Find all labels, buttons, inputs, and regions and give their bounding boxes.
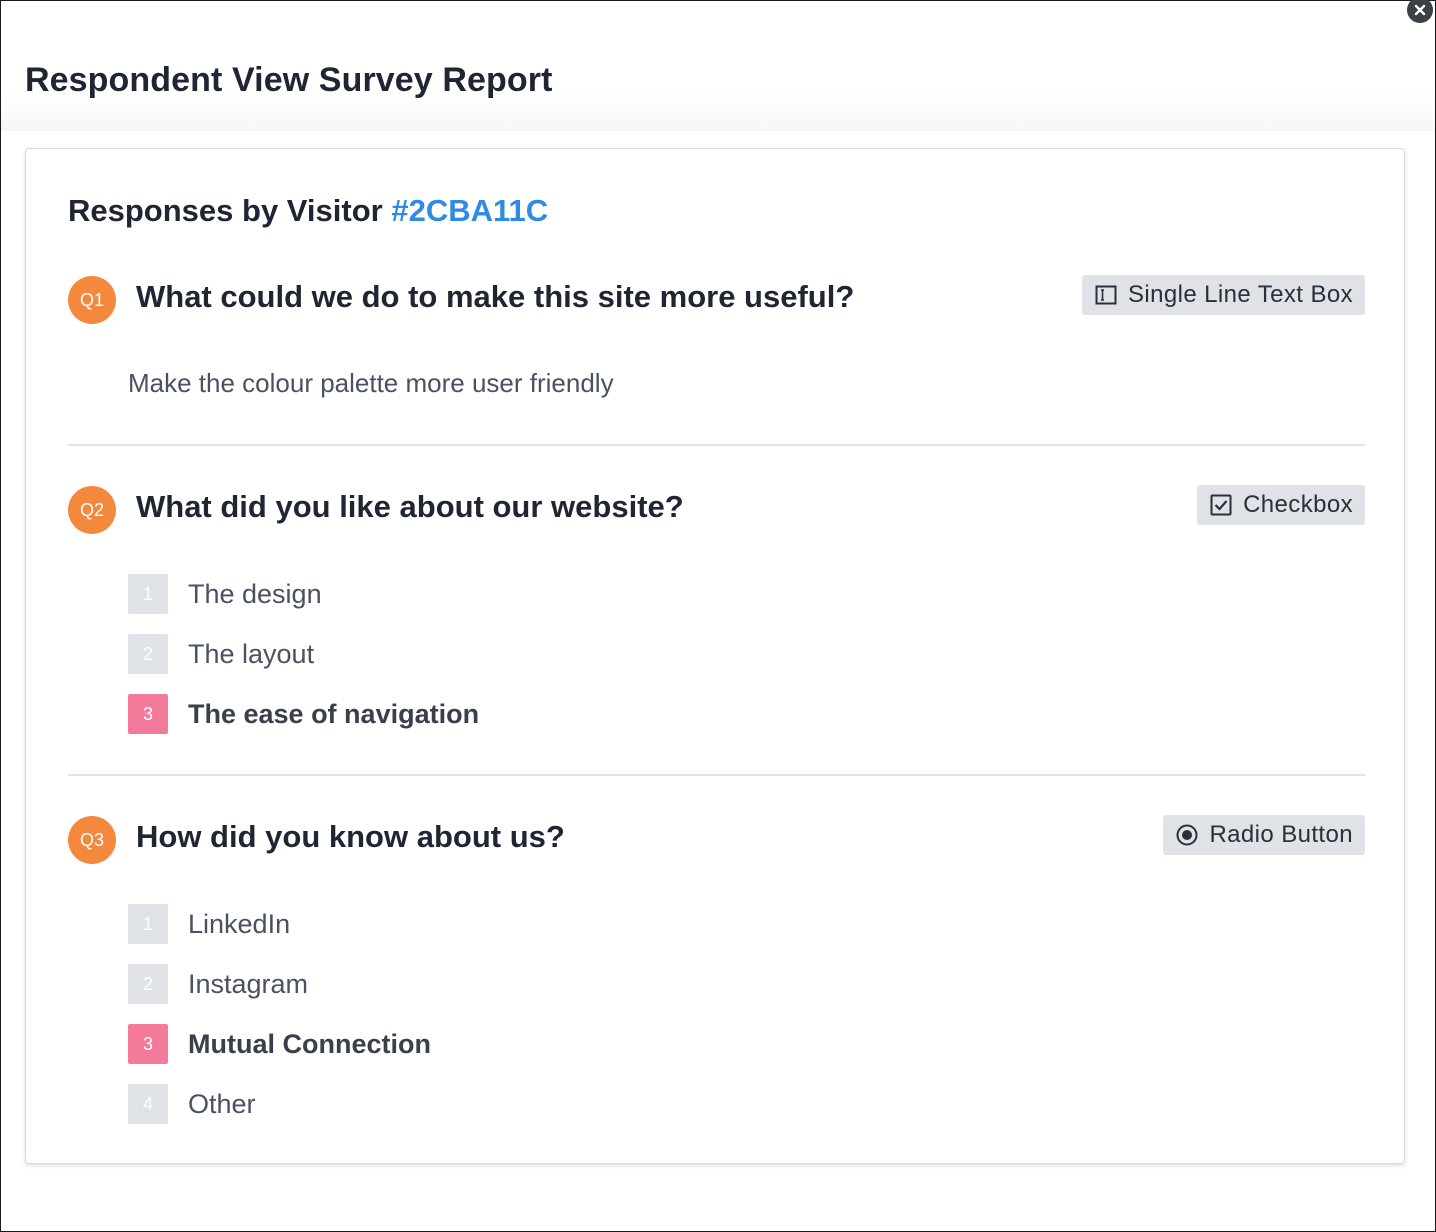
divider xyxy=(68,774,1365,776)
responses-heading: Responses by Visitor #2CBA11C xyxy=(68,193,548,229)
modal-header: Respondent View Survey Report xyxy=(1,1,1435,131)
option-label: The layout xyxy=(188,639,315,669)
divider xyxy=(68,444,1365,446)
option-label: The design xyxy=(188,579,322,609)
survey-report-modal: Respondent View Survey Report Responses … xyxy=(0,0,1436,1232)
radio-button-icon xyxy=(1175,823,1199,847)
question-badge: Q1 xyxy=(68,276,116,324)
option-number: 3 xyxy=(128,694,168,734)
option-number: 2 xyxy=(128,634,168,674)
option-label: LinkedIn xyxy=(188,909,291,939)
answer-option: 1 LinkedIn xyxy=(128,904,431,964)
answer-option-selected: 3 The ease of navigation xyxy=(128,694,479,754)
answer-option: 2 The layout xyxy=(128,634,479,694)
question-type-label: Radio Button xyxy=(1209,821,1353,848)
answer-option: 1 The design xyxy=(128,574,479,634)
answer-option: 2 Instagram xyxy=(128,964,431,1024)
option-label: Mutual Connection xyxy=(188,1029,431,1059)
answer-option: 4 Other xyxy=(128,1084,431,1144)
answer-options: 1 The design 2 The layout 3 The ease of … xyxy=(128,574,479,754)
option-number: 2 xyxy=(128,964,168,1004)
text-box-icon xyxy=(1094,283,1118,307)
answer-text: Make the colour palette more user friend… xyxy=(128,368,614,398)
option-label: The ease of navigation xyxy=(188,699,480,729)
question-type-chip: Single Line Text Box xyxy=(1081,275,1365,315)
option-label: Other xyxy=(188,1089,256,1119)
option-number: 4 xyxy=(128,1084,168,1124)
question-type-chip: Radio Button xyxy=(1163,815,1365,855)
question-badge: Q2 xyxy=(68,486,116,534)
responses-card: Responses by Visitor #2CBA11C Q1 What co… xyxy=(25,148,1405,1164)
question-badge: Q3 xyxy=(68,816,116,864)
visitor-id: #2CBA11C xyxy=(391,193,549,228)
option-number: 1 xyxy=(128,904,168,944)
option-number: 1 xyxy=(128,574,168,614)
question-type-chip: Checkbox xyxy=(1197,485,1365,525)
close-icon xyxy=(1414,4,1426,16)
question-type-label: Single Line Text Box xyxy=(1127,281,1353,308)
question-text: What could we do to make this site more … xyxy=(136,279,855,314)
responses-heading-label: Responses by Visitor xyxy=(68,193,383,228)
answer-options: 1 LinkedIn 2 Instagram 3 Mutual Connecti… xyxy=(128,904,431,1144)
checkbox-icon xyxy=(1209,493,1233,517)
page-title: Respondent View Survey Report xyxy=(25,61,553,99)
question-text: What did you like about our website? xyxy=(136,489,684,524)
option-number: 3 xyxy=(128,1024,168,1064)
question-type-label: Checkbox xyxy=(1243,491,1353,518)
answer-option-selected: 3 Mutual Connection xyxy=(128,1024,431,1084)
question-text: How did you know about us? xyxy=(136,819,565,854)
option-label: Instagram xyxy=(188,969,309,999)
